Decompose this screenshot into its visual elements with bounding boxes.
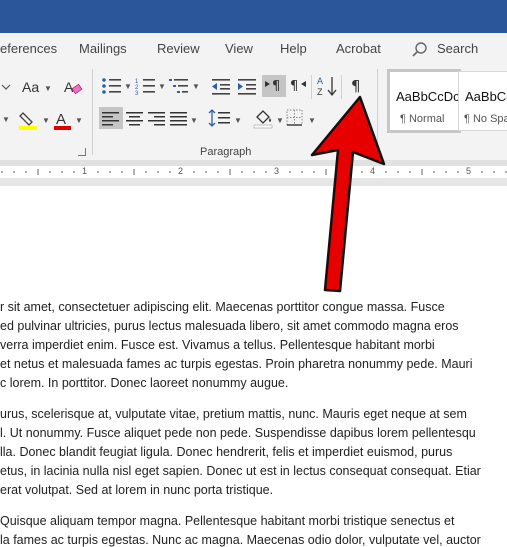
annotation-arrow-icon <box>310 95 386 293</box>
